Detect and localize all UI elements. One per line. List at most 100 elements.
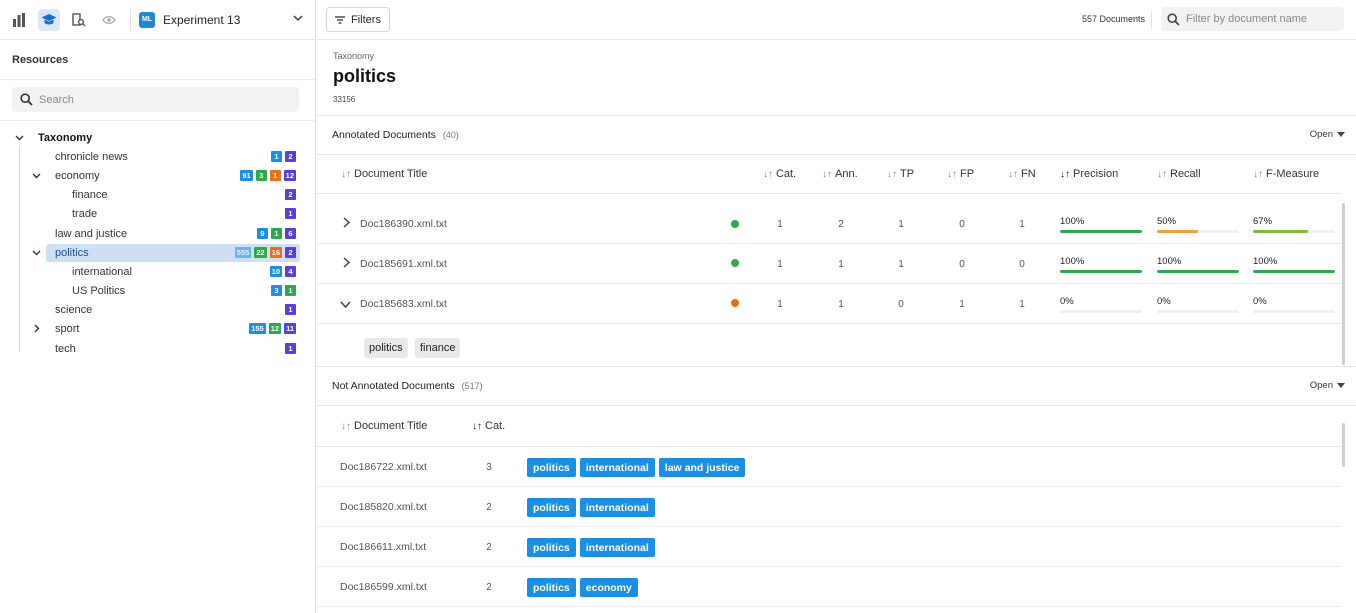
node-badges: 1 <box>285 208 296 219</box>
tree-node-sport[interactable]: sport 155 12 11 <box>0 319 316 338</box>
table-row[interactable]: Doc186599.xml.txt 2 politics economy <box>317 567 1341 607</box>
graduation-cap-icon[interactable] <box>38 8 60 31</box>
document-title[interactable]: Doc185691.xml.txt <box>360 258 447 270</box>
column-label: TP <box>900 168 915 180</box>
divider <box>1151 10 1152 30</box>
tree-node-economy[interactable]: economy 91 3 1 12 <box>0 166 316 185</box>
document-title[interactable]: Doc186599.xml.txt <box>340 581 427 593</box>
chevron-down-icon[interactable] <box>14 133 24 143</box>
scrollbar[interactable] <box>1342 423 1345 467</box>
chevron-down-icon[interactable] <box>31 248 41 258</box>
f-measure-metric: 100% <box>1253 256 1335 273</box>
document-filter-input[interactable] <box>1186 13 1336 25</box>
filters-button[interactable]: Filters <box>326 7 390 32</box>
tree-node-label: tech <box>55 342 76 355</box>
chevron-down-icon[interactable] <box>31 171 41 181</box>
col-tp[interactable]: ↓↑ TP <box>887 168 914 180</box>
tree-node-finance[interactable]: finance 2 <box>0 185 316 204</box>
annotated-section-header[interactable]: Annotated Documents (40) Open <box>317 115 1356 155</box>
metric-track <box>1060 270 1142 273</box>
col-f-measure[interactable]: ↓↑ F-Measure <box>1253 168 1319 180</box>
chevron-right-icon[interactable] <box>342 257 351 271</box>
col-document-title[interactable]: ↓↑ Document Title <box>341 168 427 180</box>
document-title[interactable]: Doc185683.xml.txt <box>360 298 447 310</box>
col-cat[interactable]: ↓↑ Cat. <box>763 168 796 180</box>
metric-value: 100% <box>1060 216 1085 227</box>
col-ann[interactable]: ↓↑ Ann. <box>822 168 858 180</box>
fn-value: 0 <box>1019 259 1025 270</box>
table-row[interactable]: Doc185820.xml.txt 2 politics internation… <box>317 487 1341 527</box>
sort-icon: ↓↑ <box>1008 168 1018 180</box>
status-dot <box>731 220 739 228</box>
not-annotated-section-header[interactable]: Not Annotated Documents (517) Open <box>317 366 1356 406</box>
table-row[interactable]: Doc186390.xml.txt 1 2 1 0 1 100% 50% 67% <box>317 204 1341 244</box>
col-document-title[interactable]: ↓↑ Document Title <box>341 420 427 432</box>
caret-down-icon <box>1337 383 1345 388</box>
table-row[interactable]: Doc186611.xml.txt 2 politics internation… <box>317 527 1341 567</box>
table-row-expanded[interactable]: Doc185683.xml.txt 1 1 0 1 1 0% 0% 0% <box>317 284 1341 324</box>
document-title[interactable]: Doc185820.xml.txt <box>340 501 427 513</box>
main-toolbar: Filters 557 Documents <box>317 0 1356 40</box>
tree-node-trade[interactable]: trade 1 <box>0 204 316 223</box>
metric-fill <box>1253 230 1308 233</box>
tag-list: politics international <box>527 538 655 557</box>
open-dropdown[interactable]: Open <box>1310 380 1345 391</box>
tree-root-taxonomy[interactable]: Taxonomy <box>14 128 304 147</box>
bar-chart-icon[interactable] <box>8 9 30 31</box>
count-badge: 10 <box>269 266 282 277</box>
document-title[interactable]: Doc186611.xml.txt <box>340 541 426 553</box>
document-search-icon[interactable] <box>68 9 90 31</box>
col-recall[interactable]: ↓↑ Recall <box>1157 168 1201 180</box>
open-dropdown[interactable]: Open <box>1310 129 1345 140</box>
experiment-name[interactable]: Experiment 13 <box>163 13 240 27</box>
open-label: Open <box>1309 380 1333 391</box>
document-title[interactable]: Doc186390.xml.txt <box>360 218 447 230</box>
section-title: Annotated Documents <box>332 129 436 141</box>
cat-value: 1 <box>777 219 783 230</box>
chevron-down-icon[interactable] <box>292 12 304 27</box>
search-input[interactable] <box>39 93 279 106</box>
chevron-right-icon[interactable] <box>342 217 351 231</box>
chevron-down-icon[interactable] <box>340 298 351 312</box>
count-badge: 11 <box>284 323 296 334</box>
scrollbar[interactable] <box>1342 203 1345 365</box>
tree-node-international[interactable]: international 10 4 <box>0 262 316 281</box>
tree-node-label: finance <box>72 188 108 201</box>
tag-chip: international <box>579 458 655 477</box>
count-badge: 1 <box>285 304 296 315</box>
column-label: Cat. <box>485 420 506 432</box>
node-badges: 155 12 11 <box>249 323 296 334</box>
tree-node-politics[interactable]: politics 555 22 16 2 <box>0 243 316 262</box>
tree-node-law-and-justice[interactable]: law and justice 9 1 6 <box>0 224 316 243</box>
tree-node-us-politics[interactable]: US Politics 3 1 <box>0 281 316 300</box>
col-fp[interactable]: ↓↑ FP <box>947 168 974 180</box>
node-badges: 91 3 1 12 <box>240 170 296 181</box>
precision-metric: 0% <box>1060 296 1142 313</box>
tree-node-science[interactable]: science 1 <box>0 300 316 319</box>
count-badge: 1 <box>285 208 296 219</box>
table-row[interactable]: Doc185691.xml.txt 1 1 1 0 0 100% 100% 10… <box>317 244 1341 284</box>
tree-node-label: chronicle news <box>55 150 128 163</box>
chevron-right-icon[interactable] <box>31 324 41 334</box>
tag-chip: law and justice <box>658 458 746 477</box>
ann-value: 2 <box>838 219 844 230</box>
tree-node-chronicle-news[interactable]: chronicle news 1 2 <box>0 147 316 166</box>
tree-node-label: economy <box>55 169 100 182</box>
table-row[interactable]: Doc186722.xml.txt 3 politics internation… <box>317 447 1341 487</box>
tree-node-label: US Politics <box>72 284 126 297</box>
eye-icon[interactable] <box>98 9 120 31</box>
tree-node-label: politics <box>55 246 89 259</box>
count-badge: 12 <box>268 323 282 334</box>
tree-node-tech[interactable]: tech 1 <box>0 339 316 358</box>
document-title[interactable]: Doc186722.xml.txt <box>340 461 427 473</box>
document-filter[interactable] <box>1161 7 1344 31</box>
node-badges: 1 <box>285 343 296 354</box>
column-label: Document Title <box>354 420 428 432</box>
fn-value: 1 <box>1019 299 1025 310</box>
cat-value: 2 <box>486 502 492 513</box>
col-cat[interactable]: ↓↑ Cat. <box>472 420 505 432</box>
col-precision[interactable]: ↓↑ Precision <box>1060 168 1118 180</box>
col-fn[interactable]: ↓↑ FN <box>1008 168 1036 180</box>
sidebar-search[interactable] <box>12 87 299 112</box>
node-badges: 3 1 <box>271 285 296 296</box>
